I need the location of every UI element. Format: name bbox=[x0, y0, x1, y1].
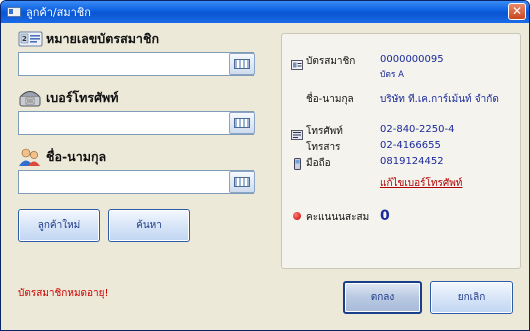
points-bullet-icon bbox=[293, 212, 301, 220]
edit-phone-link[interactable]: แก้ไขเบอร์โทรศัพท์ bbox=[380, 176, 462, 191]
title-bar[interactable]: ลูกค้า/สมาชิก ✕ bbox=[1, 1, 529, 23]
phone-input[interactable] bbox=[18, 111, 254, 135]
svg-text:2: 2 bbox=[22, 35, 27, 43]
member-card-info-label: บัตรสมาชิก bbox=[306, 56, 356, 67]
dialog-body: 2 หมายเลขบัตรสมาชิก เบอร์โทรศัพท์ ชื่อ-น… bbox=[4, 23, 526, 329]
window-title: ลูกค้า/สมาชิก bbox=[26, 6, 91, 19]
card-type-value: บัตร A bbox=[380, 70, 404, 80]
status-message: บัตรสมาชิกหมดอายุ! bbox=[18, 288, 109, 299]
keyboard-icon bbox=[234, 177, 250, 187]
member-card-label: หมายเลขบัตรสมาชิก bbox=[46, 31, 160, 46]
phone-keyboard-button[interactable] bbox=[229, 112, 255, 134]
member-card-keyboard-button[interactable] bbox=[229, 53, 255, 75]
member-card-info-value: 0000000095 bbox=[380, 54, 444, 65]
member-card-small-icon bbox=[291, 55, 303, 70]
mobile-phone-icon bbox=[294, 155, 301, 170]
close-button[interactable]: ✕ bbox=[508, 3, 526, 20]
mobile-info-label: มือถือ bbox=[306, 158, 331, 169]
fax-info-value: 02-4166655 bbox=[380, 140, 441, 151]
search-button[interactable]: ค้นหา bbox=[108, 209, 190, 242]
member-card-icon: 2 bbox=[18, 29, 44, 49]
people-icon bbox=[18, 147, 44, 167]
cancel-button[interactable]: ยกเลิก bbox=[430, 281, 513, 314]
points-value: 0 bbox=[380, 208, 390, 224]
mobile-info-value: 0819124452 bbox=[380, 156, 444, 167]
ok-button[interactable]: ตกลง bbox=[343, 281, 422, 314]
keyboard-icon bbox=[234, 118, 250, 128]
phone-info-label: โทรศัพท์ bbox=[306, 126, 343, 137]
name-field-label: ชื่อ-นามกุล bbox=[18, 147, 106, 167]
name-info-value: บริษัท ที.เค.การ์เม้นท์ จำกัด bbox=[380, 94, 499, 105]
app-icon bbox=[7, 6, 21, 18]
name-input[interactable] bbox=[18, 170, 254, 194]
fax-info-label: โทรสาร bbox=[306, 142, 341, 153]
phone-field-label: เบอร์โทรศัพท์ bbox=[18, 88, 119, 108]
phone-book-icon bbox=[291, 125, 303, 140]
phone-label: เบอร์โทรศัพท์ bbox=[46, 90, 119, 105]
keyboard-icon bbox=[234, 59, 250, 69]
member-card-field-label: 2 หมายเลขบัตรสมาชิก bbox=[18, 29, 159, 49]
points-label: คะแนนนสะสม bbox=[306, 212, 370, 223]
phone-info-value: 02-840-2250-4 bbox=[380, 124, 455, 135]
member-card-input[interactable] bbox=[18, 52, 254, 76]
name-keyboard-button[interactable] bbox=[229, 171, 255, 193]
new-customer-button[interactable]: ลูกค้าใหม่ bbox=[18, 209, 100, 242]
name-label: ชื่อ-นามกุล bbox=[46, 149, 107, 164]
telephone-icon bbox=[18, 88, 44, 108]
name-info-label: ชื่อ-นามกุล bbox=[306, 94, 354, 105]
member-info-panel: บัตรสมาชิก 0000000095 บัตร A ชื่อ-นามกุล… bbox=[281, 33, 521, 269]
customer-member-dialog: ลูกค้า/สมาชิก ✕ 2 หมายเลขบัตรสมาชิก เบอร… bbox=[0, 0, 530, 331]
